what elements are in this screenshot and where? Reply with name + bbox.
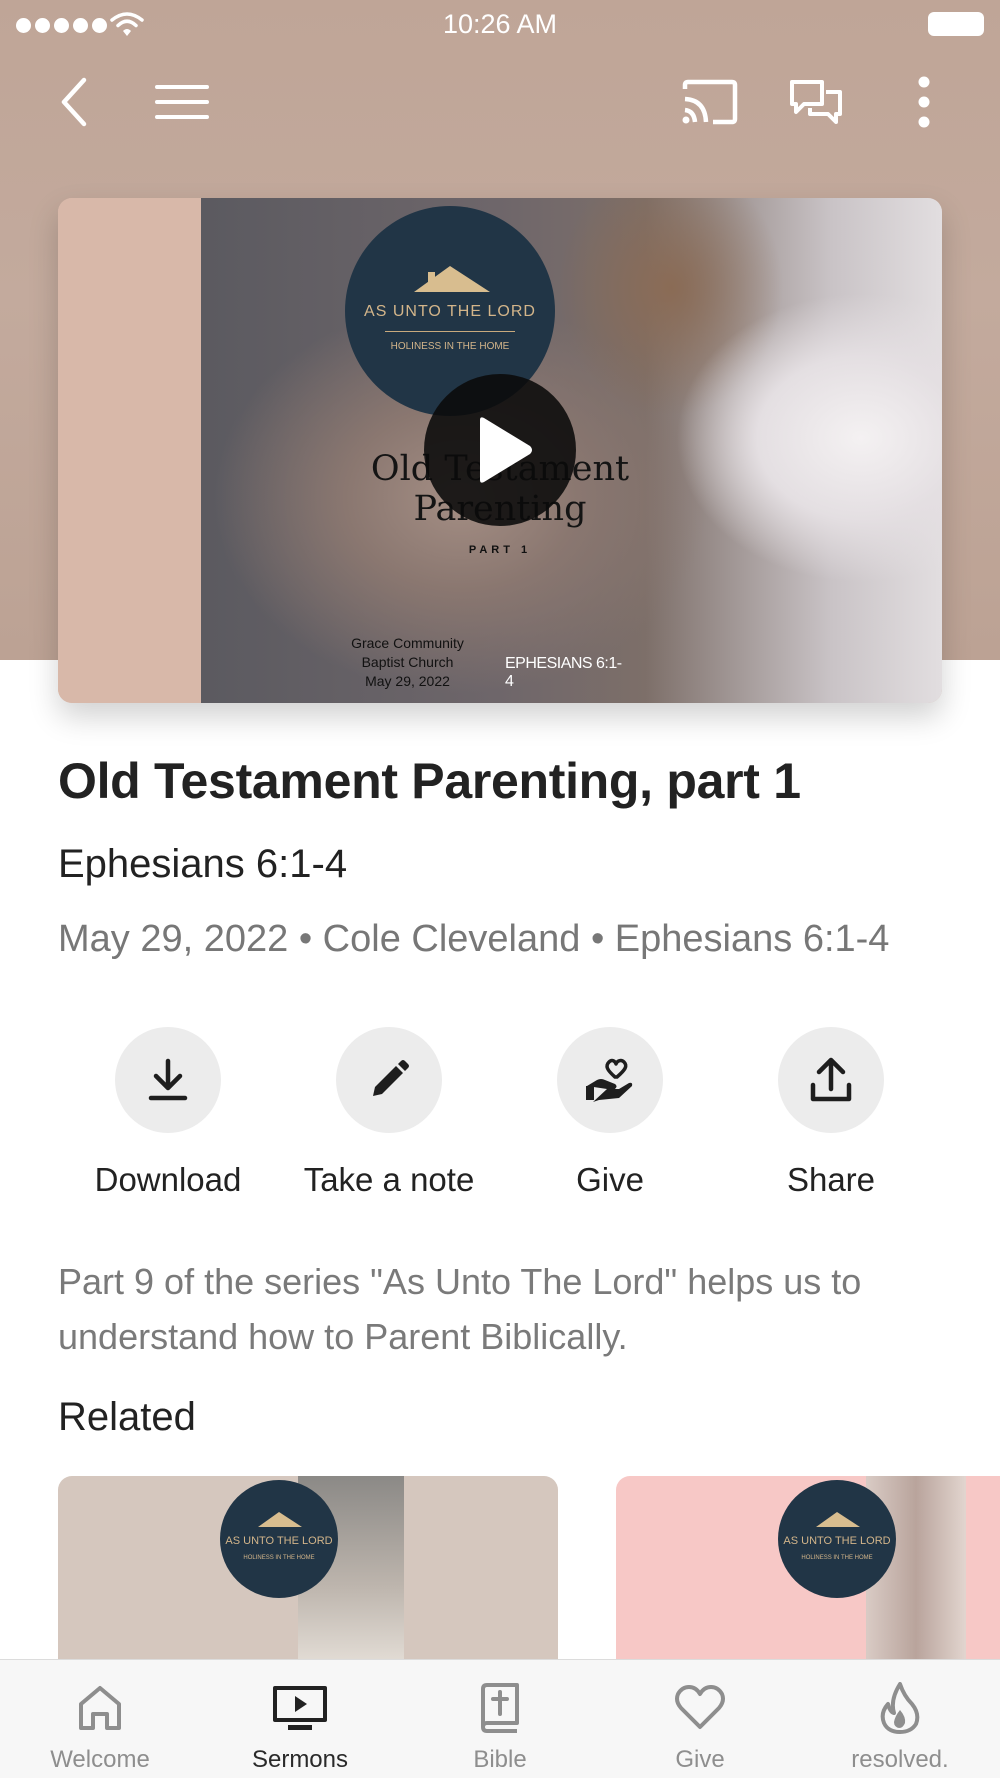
house-roof-icon <box>816 1512 860 1527</box>
cast-icon <box>682 79 738 125</box>
related-card-logo-title: AS UNTO THE LORD <box>783 1535 891 1547</box>
give-hand-heart-icon <box>586 1058 633 1102</box>
chat-button[interactable] <box>776 62 856 142</box>
download-button[interactable]: Download <box>68 1027 268 1199</box>
status-time: 10:26 AM <box>442 9 558 39</box>
artwork-church-line2: Baptist Church <box>361 654 454 670</box>
tab-welcome-label: Welcome <box>50 1746 150 1773</box>
house-roof-icon <box>258 1512 302 1527</box>
tab-bar: Welcome Sermons Bible Give resolved. <box>0 1659 1000 1778</box>
artwork-church: Grace Community Baptist Church May 29, 2… <box>340 634 475 691</box>
sermon-meta: May 29, 2022 • Cole Cleveland • Ephesian… <box>58 918 890 960</box>
logo-title: AS UNTO THE LORD <box>364 303 536 320</box>
logo-subtitle: HOLINESS IN THE HOME <box>390 341 510 352</box>
house-roof-icon <box>414 266 490 292</box>
tab-bible-label: Bible <box>473 1746 527 1773</box>
related-card[interactable]: AS UNTO THE LORD HOLINESS IN THE HOME <box>616 1476 1000 1676</box>
take-note-button-circle <box>336 1027 442 1133</box>
tab-sermons-label: Sermons <box>251 1746 349 1773</box>
status-bar: 10:26 AM <box>0 0 1000 50</box>
download-icon <box>148 1058 188 1101</box>
tv-play-icon <box>273 1686 327 1730</box>
download-label: Download <box>94 1161 242 1198</box>
play-icon <box>480 417 532 483</box>
battery-icon <box>928 12 984 36</box>
give-label: Give <box>576 1161 644 1198</box>
give-button[interactable]: Give <box>510 1027 710 1199</box>
share-icon <box>810 1057 852 1102</box>
cast-button[interactable] <box>670 62 750 142</box>
artwork-verse: EPHESIANS 6:1-4 <box>505 655 622 690</box>
tab-give-label: Give <box>675 1746 725 1773</box>
tab-sermons[interactable]: Sermons <box>200 1660 400 1778</box>
tab-resolved-label: resolved. <box>851 1746 949 1773</box>
more-vertical-icon <box>918 76 930 128</box>
share-button-circle <box>778 1027 884 1133</box>
tab-resolved[interactable]: resolved. <box>800 1660 1000 1778</box>
menu-icon <box>155 85 209 119</box>
related-card-logo-subtitle: HOLINESS IN THE HOME <box>243 1555 315 1561</box>
artwork-side-panel <box>58 198 201 703</box>
artwork-part: PART 1 <box>468 544 532 556</box>
take-note-label: Take a note <box>303 1161 475 1198</box>
artwork-church-line1: Grace Community <box>351 635 464 651</box>
related-card-logo-subtitle: HOLINESS IN THE HOME <box>801 1555 873 1561</box>
share-button[interactable]: Share <box>731 1027 931 1199</box>
heart-icon <box>675 1685 725 1729</box>
back-icon <box>61 77 87 127</box>
related-card[interactable]: AS UNTO THE LORD HOLINESS IN THE HOME <box>58 1476 558 1676</box>
sermon-description: Part 9 of the series "As Unto The Lord" … <box>58 1261 862 1357</box>
sermon-title: Old Testament Parenting, part 1 <box>58 753 801 809</box>
tab-welcome[interactable]: Welcome <box>0 1660 200 1778</box>
share-label: Share <box>786 1161 876 1198</box>
related-card-logo-title: AS UNTO THE LORD <box>225 1535 333 1547</box>
sermon-passage: Ephesians 6:1-4 <box>58 842 348 886</box>
chat-icon <box>790 80 842 124</box>
play-button[interactable] <box>424 374 576 526</box>
download-button-circle <box>115 1027 221 1133</box>
tab-give[interactable]: Give <box>600 1660 800 1778</box>
pencil-icon <box>373 1060 409 1096</box>
logo-divider <box>385 331 515 332</box>
bible-icon <box>481 1683 519 1733</box>
artwork-church-line3: May 29, 2022 <box>365 673 450 689</box>
related-heading: Related <box>58 1395 196 1439</box>
tab-bible[interactable]: Bible <box>400 1660 600 1778</box>
more-button[interactable] <box>884 62 964 142</box>
home-icon <box>79 1686 121 1730</box>
flame-icon <box>880 1682 920 1734</box>
take-note-button[interactable]: Take a note <box>289 1027 489 1199</box>
menu-button[interactable] <box>142 62 222 142</box>
back-button[interactable] <box>34 62 114 142</box>
give-button-circle <box>557 1027 663 1133</box>
